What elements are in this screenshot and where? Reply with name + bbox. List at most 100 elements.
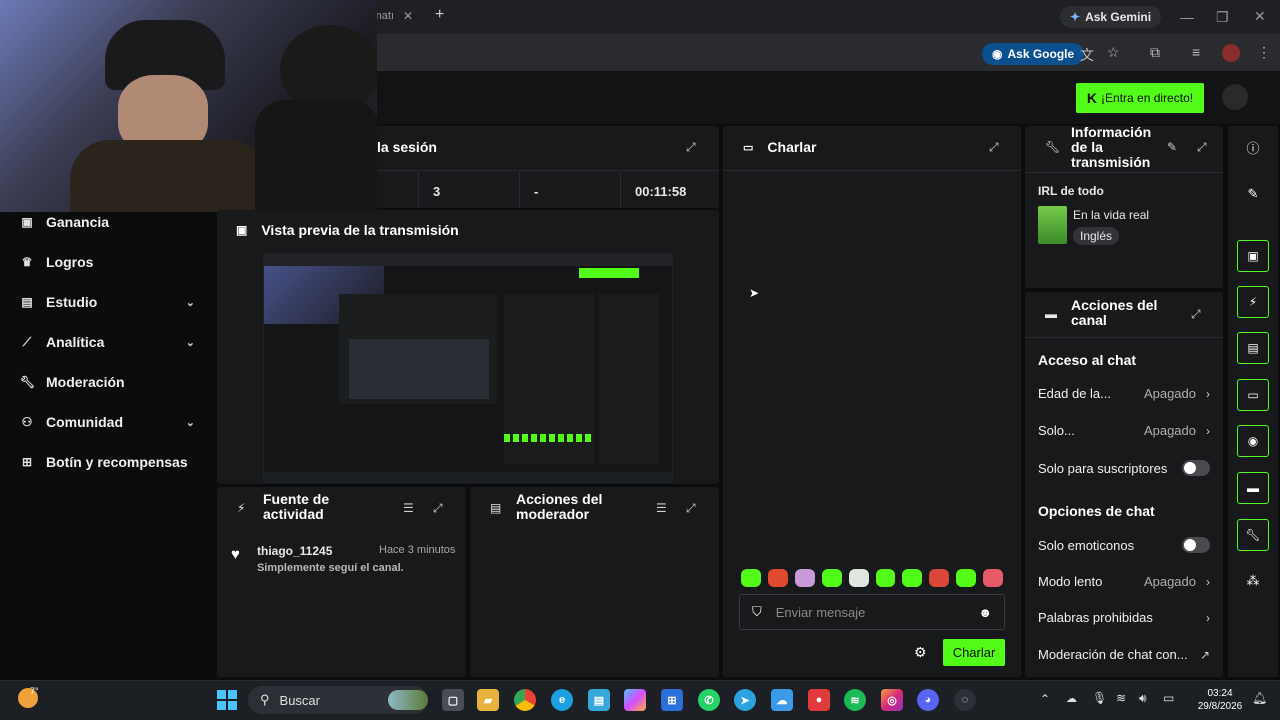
file-explorer-icon[interactable]: ▰ [477, 689, 499, 711]
ask-gemini-button[interactable]: ✦ Ask Gemini [1060, 6, 1162, 28]
instagram-icon[interactable]: ◎ [881, 689, 903, 711]
layout-icon[interactable]: ⁂ [1237, 565, 1269, 597]
wrench-icon: 🔧︎ [1045, 140, 1061, 154]
record-app-icon[interactable]: ● [808, 689, 830, 711]
clock[interactable]: 03:24 29/8/2026 [1198, 687, 1243, 713]
stream-preview-image [263, 253, 673, 483]
task-view-icon[interactable]: ▢ [442, 689, 464, 711]
preview-golive [579, 268, 639, 278]
media-icon[interactable]: ≡ [1192, 44, 1200, 60]
ask-google-label: Ask Google [1007, 47, 1075, 61]
filter-icon[interactable]: ☰ [656, 501, 667, 515]
chrome-icon[interactable] [514, 689, 536, 711]
browser-menu-icon[interactable]: ⋮ [1257, 44, 1271, 61]
sidebar-item-estudio[interactable]: ▤ Estudio ⌄ [20, 290, 195, 314]
notifications-icon[interactable]: 🔔︎ [1252, 691, 1267, 705]
copilot-icon[interactable] [624, 689, 646, 711]
sidebar-item-logros[interactable]: ♛ Logros [20, 250, 195, 274]
subs-only-toggle[interactable] [1182, 460, 1210, 476]
mod-actions-toggle-icon[interactable]: ▤ [1237, 332, 1269, 364]
emotes-only-toggle[interactable] [1182, 537, 1210, 553]
translate-icon[interactable]: 文 [1080, 45, 1094, 65]
expand-icon[interactable]: ⤢ [686, 501, 696, 516]
slow-mode-row[interactable]: Modo lento Apagado › [1038, 574, 1210, 589]
bookmark-star-icon[interactable]: ☆ [1107, 44, 1120, 61]
minimize-icon[interactable]: — [1180, 9, 1194, 25]
edit-icon[interactable]: ✎ [1167, 140, 1177, 154]
wifi-icon[interactable]: ≋ [1116, 691, 1126, 705]
activity-user[interactable]: thiago_11245 [257, 544, 332, 558]
subs-only-row: Solo para suscriptores [1038, 460, 1210, 476]
discord-icon[interactable]: ◕ [917, 689, 939, 711]
emoji-icon[interactable]: ☻ [978, 605, 992, 620]
window-close-icon[interactable]: ✕ [1254, 8, 1266, 25]
preview-toggle-icon[interactable]: ▣ [1237, 240, 1269, 272]
new-tab-button[interactable]: + [435, 6, 444, 24]
stream-info-title-line: Información [1071, 124, 1152, 140]
wrench-toggle-icon[interactable]: 🔧︎ [1237, 519, 1269, 551]
tray-app-icon[interactable]: ☁ [1066, 692, 1077, 705]
emote-icon[interactable] [848, 569, 869, 587]
divider [1025, 172, 1223, 173]
telegram-icon[interactable]: ➤ [734, 689, 756, 711]
emote-icon[interactable] [902, 569, 923, 587]
expand-icon[interactable]: ⤢ [1197, 140, 1207, 155]
user-avatar[interactable] [1222, 84, 1248, 110]
age-setting-row[interactable]: Edad de la... Apagado › [1038, 386, 1210, 401]
info-icon[interactable]: ⓘ [1237, 131, 1269, 163]
gear-icon[interactable]: ⚙ [914, 644, 927, 661]
channel-actions-toggle-icon[interactable]: ▬ [1237, 472, 1269, 504]
maximize-icon[interactable]: ❐ [1216, 9, 1229, 26]
stream-info-title-line: de la [1071, 139, 1103, 155]
volume-icon[interactable]: 🔊︎ [1139, 691, 1147, 706]
profile-avatar[interactable] [1222, 44, 1240, 62]
obs-icon[interactable]: ◌ [954, 689, 976, 711]
expand-icon[interactable]: ⤢ [989, 140, 999, 155]
chat-message-input[interactable]: ⛉ Enviar mensaje ☻ [739, 594, 1005, 630]
whatsapp-icon[interactable]: ✆ [698, 689, 720, 711]
ask-google-button[interactable]: ◉ Ask Google [982, 43, 1085, 65]
filter-icon[interactable]: ☰ [403, 501, 414, 515]
taskbar-search[interactable]: ⚲ Buscar [248, 686, 428, 714]
emote-icon[interactable] [929, 569, 950, 587]
category-thumbnail[interactable] [1038, 206, 1067, 244]
activity-toggle-icon[interactable]: ⚡︎ [1237, 286, 1269, 318]
spotify-icon[interactable]: ≋ [844, 689, 866, 711]
store-icon[interactable]: ⊞ [661, 689, 683, 711]
chevron-up-icon[interactable]: ⌃ [1040, 692, 1050, 706]
expand-icon[interactable]: ⤢ [1191, 307, 1201, 322]
sidebar-item-moderacion[interactable]: 🔧︎ Moderación [20, 370, 195, 394]
notepad-icon[interactable]: ▤ [588, 689, 610, 711]
tab-close-icon[interactable]: ✕ [403, 9, 413, 23]
sidebar-item-analitica[interactable]: ⟋ Analítica ⌄ [20, 330, 195, 354]
emote-icon[interactable] [875, 569, 896, 587]
microphone-icon[interactable]: 🎙︎ [1092, 691, 1107, 705]
onedrive-icon[interactable]: ☁ [771, 689, 793, 711]
session-toggle-icon[interactable]: ◉ [1237, 425, 1269, 457]
battery-icon[interactable]: ▭ [1163, 691, 1174, 705]
emote-icon[interactable] [741, 569, 761, 587]
expand-icon[interactable]: ⤢ [433, 501, 443, 516]
edge-icon[interactable]: e [551, 689, 573, 711]
sidebar-item-label: Analítica [46, 334, 105, 350]
windows-start-icon[interactable] [217, 690, 237, 710]
emote-icon[interactable] [956, 569, 977, 587]
category-name[interactable]: En la vida real [1073, 208, 1149, 222]
solo-setting-row[interactable]: Solo... Apagado › [1038, 423, 1210, 438]
emote-icon[interactable] [794, 569, 815, 587]
sidebar-item-ganancia[interactable]: ▣ Ganancia [20, 210, 195, 234]
expand-icon[interactable]: ⤢ [686, 140, 696, 155]
edit-icon[interactable]: ✎ [1237, 178, 1269, 210]
send-chat-button[interactable]: Charlar [943, 639, 1005, 666]
emote-icon[interactable] [767, 569, 788, 587]
banned-words-row[interactable]: Palabras prohibidas › [1038, 610, 1210, 625]
sidebar-item-comunidad[interactable]: ⚇ Comunidad ⌄ [20, 410, 195, 434]
extensions-icon[interactable]: ⧉ [1150, 44, 1160, 61]
chat-toggle-icon[interactable]: ▭ [1237, 379, 1269, 411]
chat-mod-row[interactable]: Moderación de chat con... ↗ [1038, 647, 1210, 662]
emote-icon[interactable] [821, 569, 842, 587]
go-live-button[interactable]: K ¡Entra en directo! [1076, 83, 1204, 113]
emote-icon[interactable] [983, 569, 1004, 587]
age-setting-label: Edad de la... [1038, 386, 1111, 401]
sidebar-item-botin[interactable]: ⊞ Botín y recompensas [20, 450, 195, 474]
